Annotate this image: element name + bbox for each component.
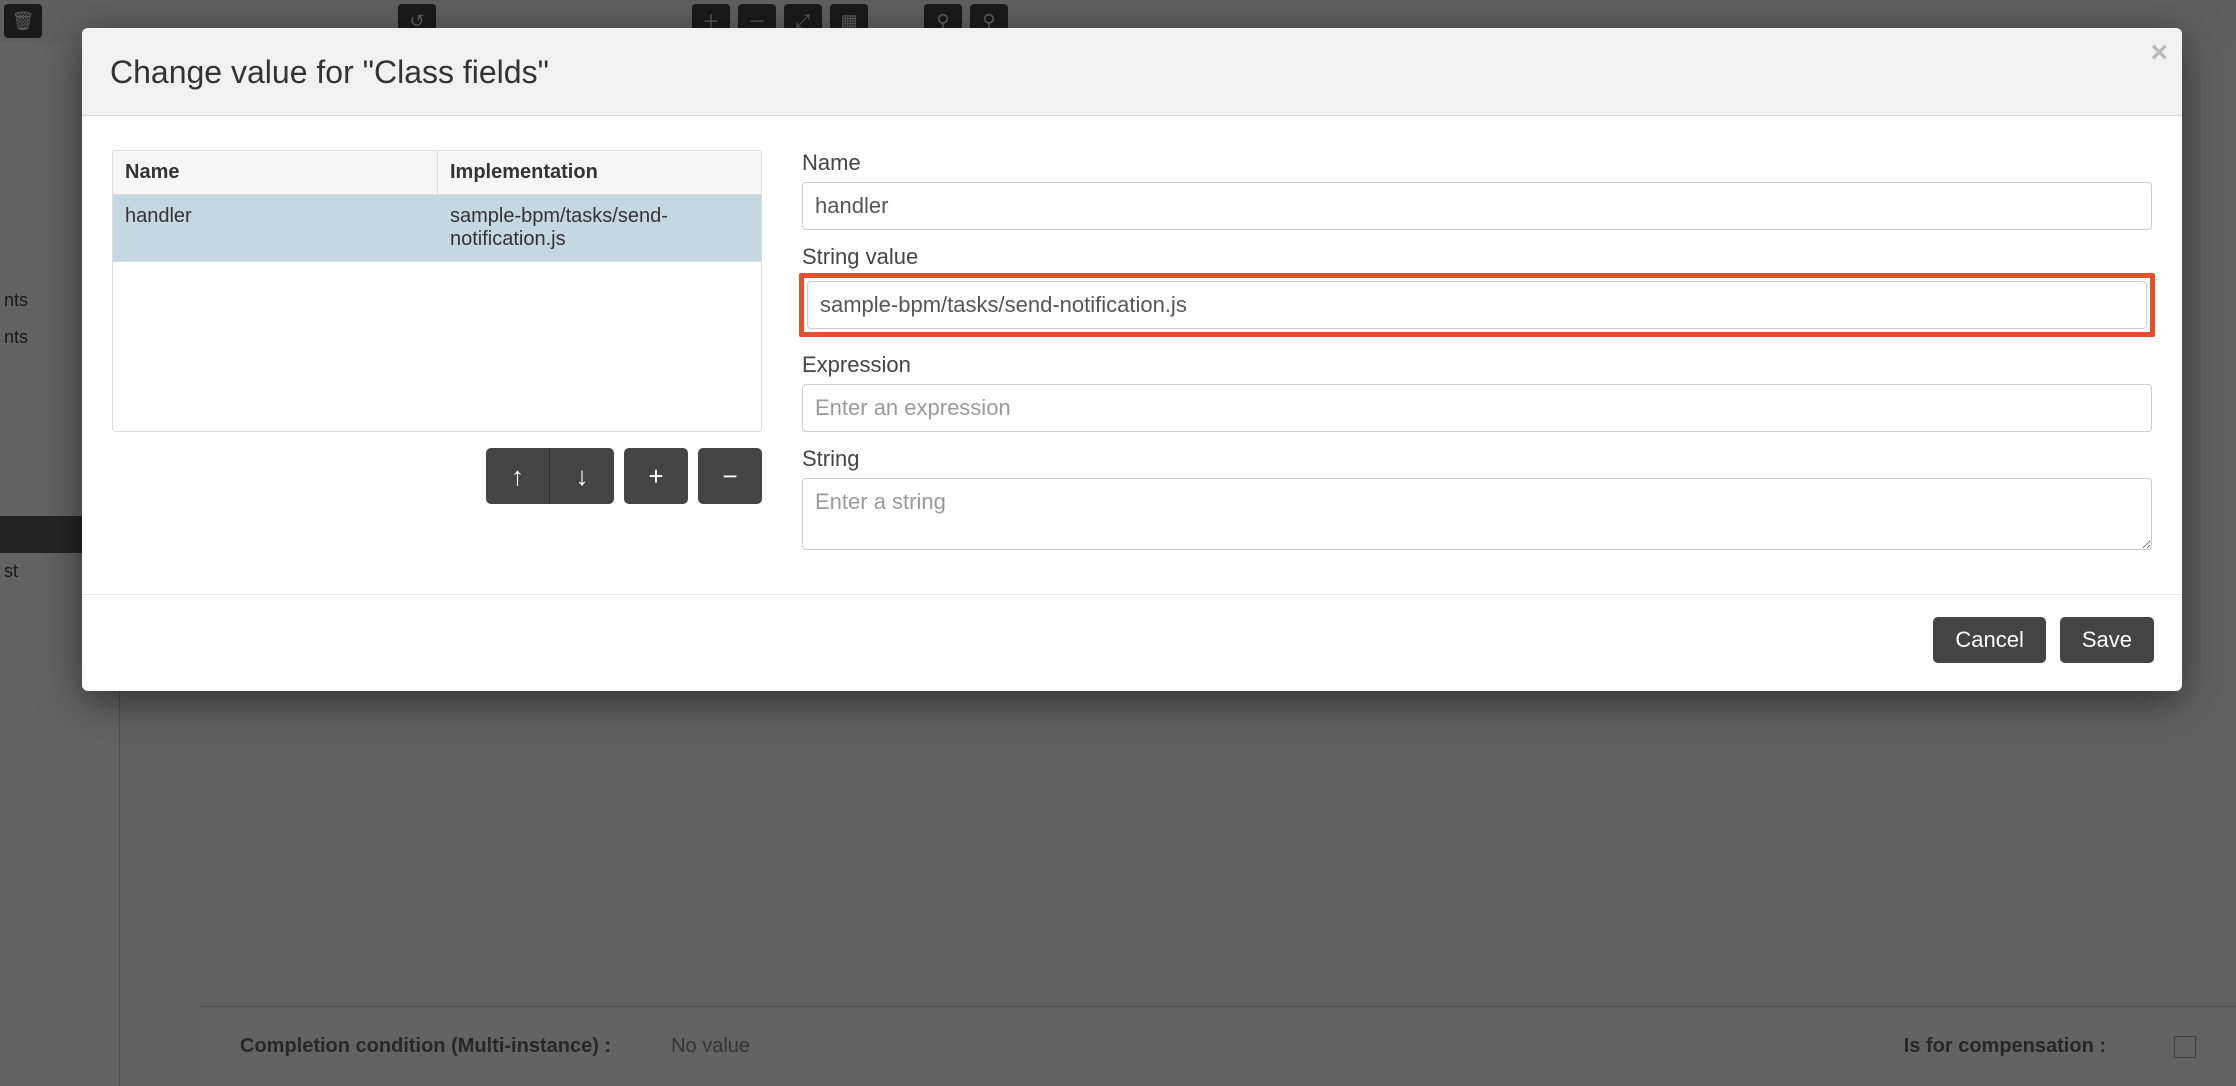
close-icon[interactable]: ×	[2150, 38, 2168, 68]
class-fields-modal: Change value for "Class fields" × Name I…	[82, 28, 2182, 691]
fields-table[interactable]: Name Implementation handler sample-bpm/t…	[112, 150, 762, 432]
modal-title: Change value for "Class fields"	[110, 54, 2154, 91]
remove-button[interactable]: −	[698, 448, 762, 504]
name-label: Name	[802, 150, 2152, 176]
col-header-implementation: Implementation	[438, 151, 761, 194]
table-header: Name Implementation	[113, 151, 761, 195]
cancel-button[interactable]: Cancel	[1933, 617, 2045, 663]
expression-input[interactable]	[802, 384, 2152, 432]
arrow-up-icon: ↑	[511, 461, 524, 492]
move-up-button[interactable]: ↑	[486, 448, 550, 504]
string-value-field-group: String value	[802, 244, 2152, 334]
cell-implementation: sample-bpm/tasks/send-notification.js	[438, 195, 761, 261]
name-field-group: Name	[802, 150, 2152, 230]
add-button[interactable]: +	[624, 448, 688, 504]
modal-body: Name Implementation handler sample-bpm/t…	[82, 116, 2182, 594]
arrow-down-icon: ↓	[576, 461, 589, 492]
table-row[interactable]: handler sample-bpm/tasks/send-notificati…	[113, 195, 761, 262]
fields-list-panel: Name Implementation handler sample-bpm/t…	[112, 150, 762, 570]
string-value-input[interactable]	[807, 281, 2147, 329]
cell-name: handler	[113, 195, 438, 261]
string-value-highlight	[799, 273, 2155, 337]
move-down-button[interactable]: ↓	[550, 448, 614, 504]
string-field-group: String	[802, 446, 2152, 556]
string-textarea[interactable]	[802, 478, 2152, 550]
save-button[interactable]: Save	[2060, 617, 2154, 663]
modal-footer: Cancel Save	[82, 594, 2182, 691]
expression-label: Expression	[802, 352, 2152, 378]
minus-icon: −	[722, 461, 737, 492]
plus-icon: +	[648, 461, 663, 492]
modal-header: Change value for "Class fields" ×	[82, 28, 2182, 116]
table-actions: ↑ ↓ + −	[112, 448, 762, 504]
field-editor-panel: Name String value Expression String	[802, 150, 2152, 570]
string-label: String	[802, 446, 2152, 472]
name-input[interactable]	[802, 182, 2152, 230]
string-value-label: String value	[802, 244, 2152, 270]
table-body: handler sample-bpm/tasks/send-notificati…	[113, 195, 761, 431]
expression-field-group: Expression	[802, 352, 2152, 432]
col-header-name: Name	[113, 151, 438, 194]
